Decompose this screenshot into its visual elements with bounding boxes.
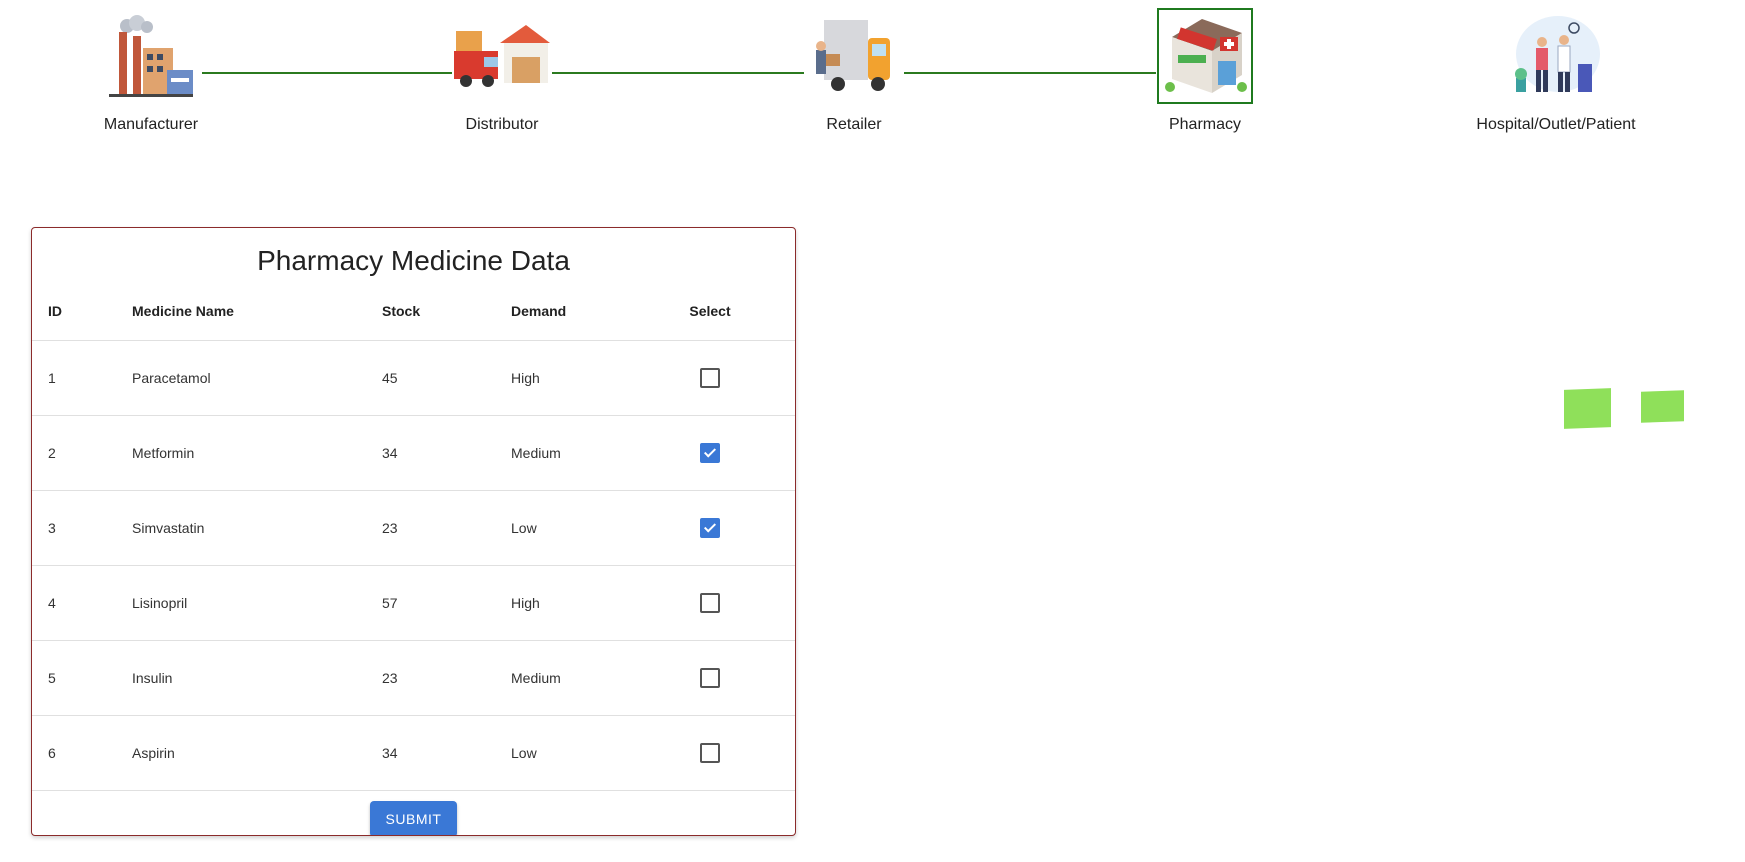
doctor-patient-icon xyxy=(1508,8,1604,104)
cell-medicine-name: Aspirin xyxy=(116,715,366,791)
cell-stock: 23 xyxy=(366,640,495,716)
cell-medicine-name: Paracetamol xyxy=(116,340,366,416)
cell-id: 5 xyxy=(32,640,116,716)
select-checkbox[interactable] xyxy=(700,668,720,688)
cell-demand: Low xyxy=(495,490,623,566)
delivery-truck-warehouse-icon xyxy=(454,8,550,104)
cell-stock: 57 xyxy=(366,565,495,641)
table-row: 2 Metformin 34 Medium xyxy=(32,415,795,491)
cell-select xyxy=(623,340,795,416)
submit-button[interactable]: SUBMIT xyxy=(369,801,458,835)
cell-id: 1 xyxy=(32,340,116,416)
table-row: 3 Simvastatin 23 Low xyxy=(32,490,795,566)
table-row: 1 Paracetamol 45 High xyxy=(32,340,795,416)
pharmacy-medicine-card: Pharmacy Medicine Data ID Medicine Name … xyxy=(31,227,796,836)
cell-demand: High xyxy=(495,340,623,416)
card-title: Pharmacy Medicine Data xyxy=(257,245,570,276)
stage-label: Distributor xyxy=(465,116,539,133)
stage-manufacturer[interactable]: Manufacturer xyxy=(61,8,241,134)
cell-select xyxy=(623,490,795,566)
table-row: 4 Lisinopril 57 High xyxy=(32,565,795,641)
cell-medicine-name: Lisinopril xyxy=(116,565,366,641)
cell-select xyxy=(623,415,795,491)
select-checkbox[interactable] xyxy=(700,443,720,463)
select-checkbox[interactable] xyxy=(700,518,720,538)
table-row: 5 Insulin 23 Medium xyxy=(32,640,795,716)
column-header-stock: Stock xyxy=(366,282,495,341)
cell-demand: High xyxy=(495,565,623,641)
stage-retailer[interactable]: Retailer xyxy=(764,8,944,134)
cell-select xyxy=(623,640,795,716)
submit-area: SUBMIT xyxy=(32,791,795,835)
cell-stock: 34 xyxy=(366,715,495,791)
cell-stock: 45 xyxy=(366,340,495,416)
cell-stock: 23 xyxy=(366,490,495,566)
green-box xyxy=(1641,390,1684,423)
pharmacy-store-icon xyxy=(1157,8,1253,104)
cell-medicine-name: Insulin xyxy=(116,640,366,716)
medicine-table: ID Medicine Name Stock Demand Select 1 P… xyxy=(32,282,795,791)
stage-label: Retailer xyxy=(826,116,882,133)
stage-distributor[interactable]: Distributor xyxy=(412,8,592,134)
column-header-demand: Demand xyxy=(495,282,623,341)
cell-id: 6 xyxy=(32,715,116,791)
stage-label: Pharmacy xyxy=(1168,116,1242,133)
stage-label: Manufacturer xyxy=(103,116,199,133)
select-checkbox[interactable] xyxy=(700,743,720,763)
cell-id: 2 xyxy=(32,415,116,491)
column-header-select: Select xyxy=(623,282,795,341)
cell-id: 3 xyxy=(32,490,116,566)
factory-icon xyxy=(103,8,199,104)
cell-demand: Medium xyxy=(495,415,623,491)
van-delivery-icon xyxy=(806,8,902,104)
supply-chain-progress: Manufacturer Distributor Retailer Pharma… xyxy=(0,0,1745,150)
cell-select xyxy=(623,565,795,641)
cell-medicine-name: Metformin xyxy=(116,415,366,491)
cell-id: 4 xyxy=(32,565,116,641)
cell-select xyxy=(623,715,795,791)
select-checkbox[interactable] xyxy=(700,593,720,613)
cell-medicine-name: Simvastatin xyxy=(116,490,366,566)
stage-hospital-outlet-patient[interactable]: Hospital/Outlet/Patient xyxy=(1466,8,1646,134)
cell-demand: Medium xyxy=(495,640,623,716)
column-header-id: ID xyxy=(32,282,116,341)
stage-label: Hospital/Outlet/Patient xyxy=(1476,116,1636,133)
select-checkbox[interactable] xyxy=(700,368,720,388)
cell-demand: Low xyxy=(495,715,623,791)
cell-stock: 34 xyxy=(366,415,495,491)
table-header-row: ID Medicine Name Stock Demand Select xyxy=(32,282,795,341)
stage-pharmacy[interactable]: Pharmacy xyxy=(1115,8,1295,134)
green-box xyxy=(1564,388,1611,429)
table-row: 6 Aspirin 34 Low xyxy=(32,715,795,791)
column-header-medicine-name: Medicine Name xyxy=(116,282,366,341)
